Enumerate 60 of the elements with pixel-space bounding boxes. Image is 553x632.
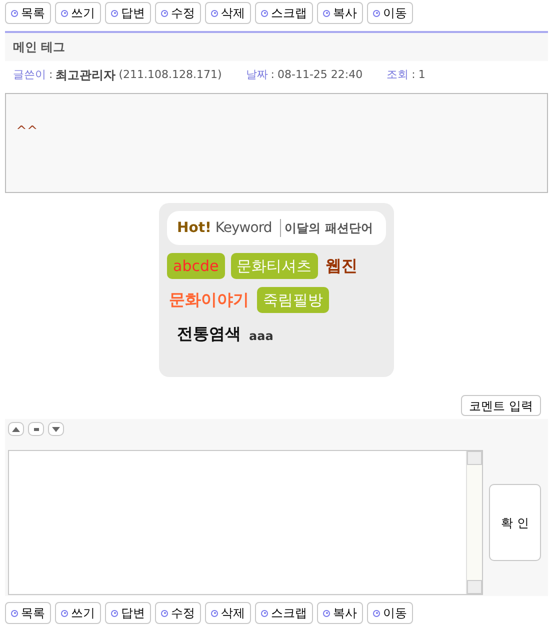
toolbar-button[interactable]: 삭제 [205,2,251,24]
expand-icon[interactable] [8,422,24,436]
keyword-text: abcde [173,257,219,275]
scrollbar[interactable] [466,451,482,594]
toolbar-button[interactable]: 쓰기 [55,602,101,624]
keyword-label: Keyword [215,218,272,238]
views-label: 조회 [386,66,409,83]
shrink-icon[interactable] [48,422,64,436]
toolbar-button[interactable]: 스크랩 [255,2,313,24]
toolbar-button[interactable]: 답변 [105,2,151,24]
date-label: 날짜 [246,66,268,83]
bullet-icon [373,10,380,16]
bullet-icon [211,610,218,616]
post-body: ^^ [5,93,548,193]
keyword-link[interactable]: 웹진 [324,255,360,277]
keyword-link[interactable]: 전통염색 [175,323,243,345]
post-title: 메인 테그 [13,39,66,56]
toolbar-button[interactable]: 스크랩 [255,602,313,624]
bullet-icon [161,10,168,16]
toolbar-button[interactable]: 복사 [317,602,363,624]
author-name: 최고관리자 [56,67,116,84]
toolbar-button[interactable]: 쓰기 [55,2,101,24]
bullet-icon [261,610,268,616]
bullet-icon [11,610,18,616]
toolbar-button[interactable]: 이동 [367,2,413,24]
separator-text: : [412,66,416,83]
bullet-icon [261,10,268,16]
reset-icon[interactable] [28,422,44,436]
toolbar-button[interactable]: 삭제 [205,602,251,624]
bullet-icon [61,610,68,616]
keyword-text: 죽림필방 [263,291,323,309]
separator-text: : [49,66,53,83]
post-date: 08-11-25 22:40 [278,66,363,83]
bullet-icon [373,610,380,616]
toolbar-button[interactable]: 수정 [155,602,201,624]
submit-button[interactable]: 확 인 [489,484,541,561]
separator-text: : [270,66,274,83]
author-label: 글쓴이 [13,66,46,83]
bullet-icon [161,610,168,616]
view-count: 1 [418,66,426,83]
toolbar-button[interactable]: 목록 [5,602,51,624]
keyword-link[interactable]: aaa [249,327,274,345]
comment-field[interactable] [8,450,483,595]
bullet-icon [111,610,118,616]
bullet-icon [323,10,330,16]
keyword-text: 문화티셔츠 [236,257,312,275]
comment-toggle-button[interactable]: 코멘트 입력 [461,395,541,416]
bullet-icon [211,10,218,16]
keyword-subtitle: 이달의 패션단어 [280,219,373,237]
toolbar-button[interactable]: 답변 [105,602,151,624]
bullet-icon [111,10,118,16]
toolbar-button[interactable]: 수정 [155,2,201,24]
toolbar-button[interactable]: 이동 [367,602,413,624]
bullet-icon [61,10,68,16]
bullet-icon [323,610,330,616]
ip-address: (211.108.128.171) [118,66,222,83]
toolbar-button[interactable]: 복사 [317,2,363,24]
toolbar-button[interactable]: 목록 [5,2,51,24]
hot-label: Hot! [177,218,212,238]
bullet-icon [11,10,18,16]
